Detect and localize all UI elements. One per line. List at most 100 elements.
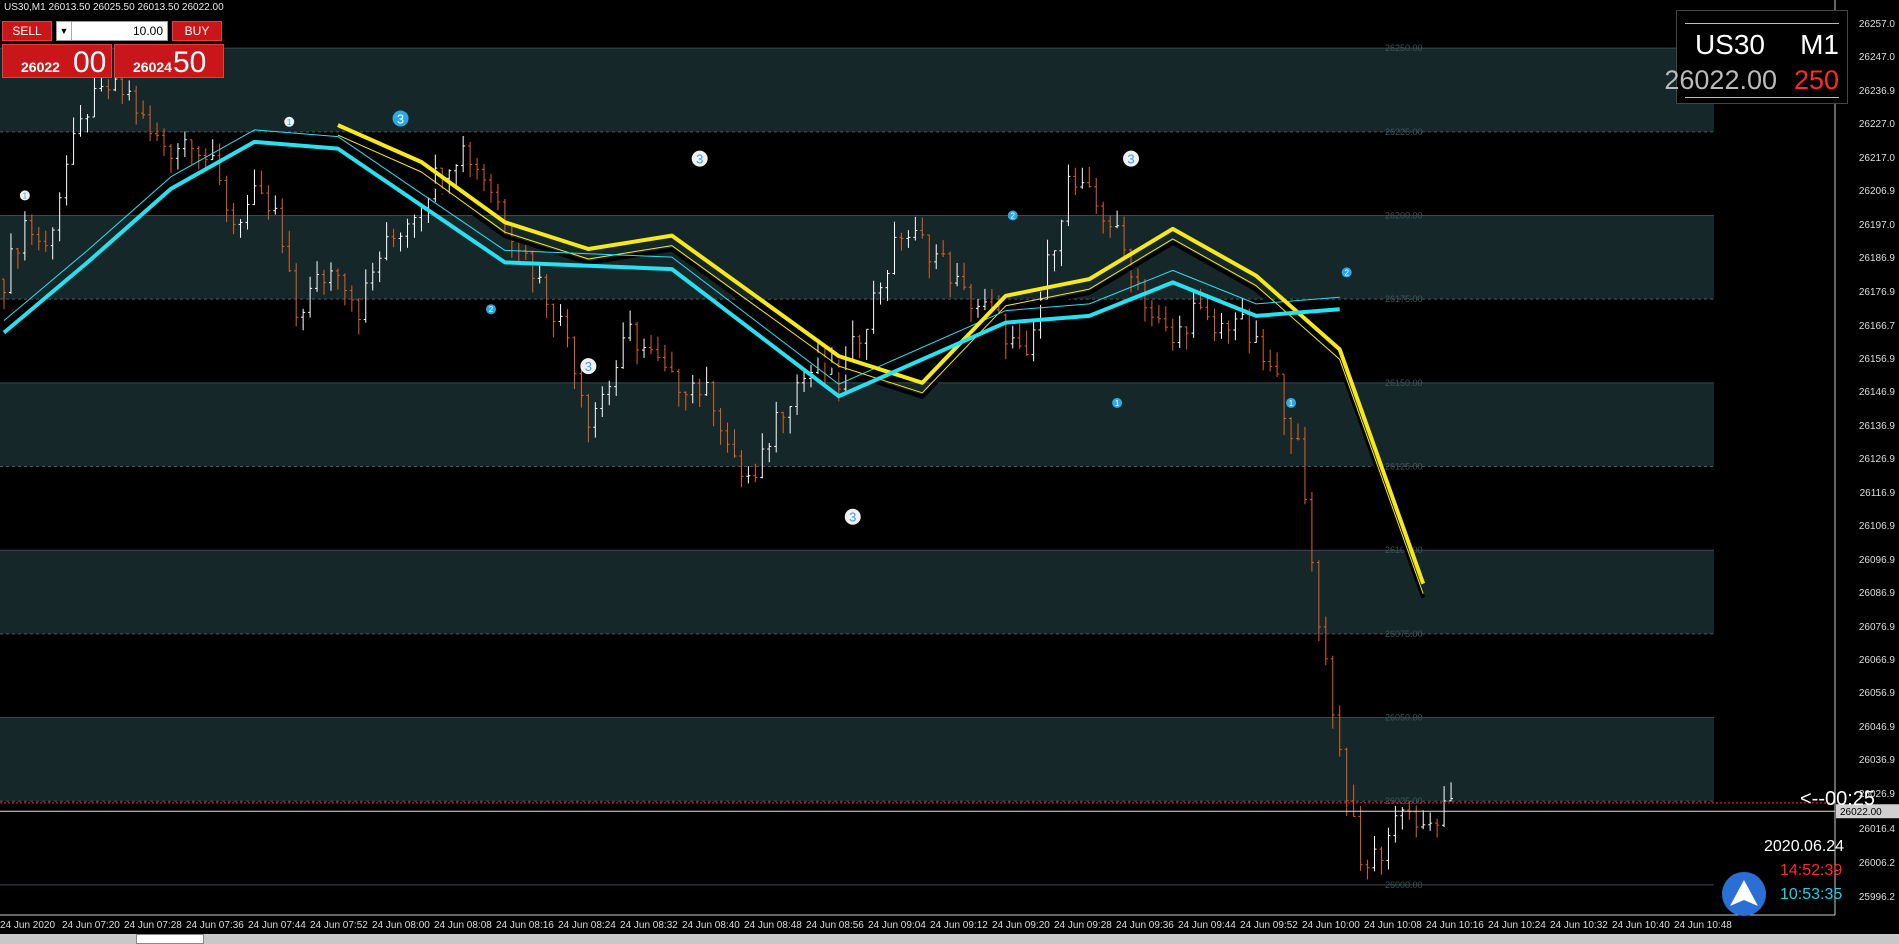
info-bid: 26022.00 (1664, 65, 1777, 95)
info-timeframe: M1 (1800, 29, 1839, 60)
time-tick-label: 24 Jun 10:24 (1488, 920, 1546, 931)
time-tick-label: 24 Jun 07:44 (248, 920, 306, 931)
time-tick-label: 24 Jun 09:36 (1116, 920, 1174, 931)
lot-size-field[interactable]: ▼ (56, 21, 168, 41)
level-band (0, 550, 1714, 634)
swing-label-text: 3 (585, 359, 592, 374)
level-label: 26200.00 (1385, 211, 1423, 221)
time-tick-label: 24 Jun 09:52 (1240, 920, 1298, 931)
level-label: 26125.00 (1385, 462, 1423, 472)
level-label: 26000.00 (1385, 880, 1423, 890)
chart-tabs-bar (0, 934, 1899, 944)
one-click-trading-panel: SELL ▼ BUY 26022 00 26024 50 (2, 20, 224, 79)
price-tick-label: 26236.9 (1858, 86, 1895, 97)
price-tick-label: 26036.9 (1858, 755, 1895, 767)
divider (1685, 23, 1839, 24)
symbol-info: US30,M1 26013.50 26025.50 26013.50 26022… (4, 2, 224, 13)
price-tick-label: 26146.9 (1858, 387, 1895, 399)
chart-tab[interactable] (136, 934, 204, 944)
symbol-info-box: US30 M1 26022.00 250 (1664, 10, 1848, 104)
time-tick-label: 24 Jun 07:28 (124, 920, 182, 931)
swing-label-text: 2 (1344, 268, 1349, 277)
price-tick-label: 26046.9 (1858, 721, 1895, 733)
sell-price-big: 00 (73, 46, 107, 79)
brand-logo-icon (1722, 872, 1766, 916)
triangle-logo-icon (1730, 880, 1758, 906)
time-tick-label: 24 Jun 09:12 (930, 920, 988, 931)
price-tick-label: 26197.0 (1858, 219, 1895, 231)
buy-button[interactable]: BUY (172, 21, 222, 41)
price-tick-label: 26106.9 (1858, 521, 1895, 533)
swing-label-text: 3 (1127, 152, 1134, 167)
price-tick-label: 26156.9 (1858, 353, 1895, 365)
ma-thin-yellow-line (337, 134, 1424, 594)
time-tick-label: 24 Jun 09:20 (992, 920, 1050, 931)
price-tick-label: 26186.9 (1858, 253, 1895, 265)
sell-button[interactable]: SELL (2, 21, 52, 41)
sell-price-button[interactable]: 26022 00 (2, 44, 112, 79)
time-tick-label: 24 Jun 08:40 (682, 920, 740, 931)
price-tick-label: 26096.9 (1858, 554, 1895, 566)
time-tick-label: 24 Jun 10:48 (1674, 920, 1732, 931)
time-tick-label: 24 Jun 2020 (0, 920, 56, 931)
price-tick-label: 26076.9 (1858, 621, 1895, 633)
price-tick-label: 26026.9 (1858, 788, 1895, 800)
time-tick-label: 24 Jun 09:44 (1178, 920, 1236, 931)
level-label: 26025.00 (1385, 796, 1423, 806)
price-tick-label: 26227.0 (1858, 119, 1895, 131)
price-tick-label: 26136.9 (1858, 420, 1895, 432)
price-tick-label: 26247.0 (1858, 52, 1895, 64)
time-tick-label: 24 Jun 08:16 (496, 920, 554, 931)
price-tick-label: 26176.9 (1858, 286, 1895, 298)
lot-size-input[interactable] (72, 23, 167, 39)
price-tick-label: 26257.0 (1858, 18, 1895, 30)
price-tick-label: 26016.4 (1858, 823, 1895, 835)
info-spread: 250 (1793, 65, 1839, 95)
level-label: 26050.00 (1385, 713, 1423, 723)
time-tick-label: 24 Jun 10:00 (1302, 920, 1360, 931)
swing-label-text: 2 (489, 305, 494, 314)
lot-stepper-down-icon[interactable]: ▼ (57, 22, 72, 40)
info-symbol: US30 (1694, 29, 1765, 60)
time-tick-label: 24 Jun 10:08 (1364, 920, 1422, 931)
time-tick-label: 24 Jun 07:20 (62, 920, 120, 931)
price-tick-label: 26056.9 (1858, 688, 1895, 700)
swing-label-text: 3 (397, 111, 404, 126)
price-tick-label: 26086.9 (1858, 588, 1895, 600)
time-tick-label: 24 Jun 10:16 (1426, 920, 1484, 931)
buy-price-button[interactable]: 26024 50 (114, 44, 224, 79)
time-tick-label: 24 Jun 07:36 (186, 920, 244, 931)
swing-label-text: 1 (1115, 399, 1120, 408)
level-label: 26075.00 (1385, 629, 1423, 639)
time-tick-label: 24 Jun 09:28 (1054, 920, 1112, 931)
time-tick-label: 24 Jun 08:00 (372, 920, 430, 931)
ma-yellow-line (337, 123, 1426, 585)
price-chart[interactable]: 26250.00 26225.00 26200.00 26175.00 26150.00… (0, 0, 1899, 944)
time-tick-label: 24 Jun 08:32 (620, 920, 678, 931)
time-tick-label: 24 Jun 10:32 (1550, 920, 1608, 931)
swing-label-text: 3 (696, 152, 703, 167)
buy-price-small: 26024 (133, 59, 172, 75)
price-tick-label: 26217.0 (1858, 152, 1895, 164)
swing-label-text: 1 (1289, 399, 1294, 408)
swing-label-text: 2 (1011, 212, 1016, 221)
level-label: 26250.00 (1385, 43, 1423, 53)
price-tick-label: 25996.2 (1858, 891, 1895, 903)
time-tick-label: 24 Jun 08:48 (744, 920, 802, 931)
time-tick-label: 24 Jun 07:52 (310, 920, 368, 931)
level-band (0, 382, 1714, 467)
buy-price-big: 50 (173, 46, 207, 79)
level-label: 26225.00 (1385, 127, 1423, 137)
divider (1685, 97, 1839, 98)
swing-label-text: 3 (849, 510, 856, 525)
level-band (0, 717, 1714, 802)
level-band (0, 215, 1714, 300)
sell-price-small: 26022 (21, 59, 60, 75)
time-tick-label: 24 Jun 08:24 (558, 920, 616, 931)
time-tick-label: 24 Jun 08:56 (806, 920, 864, 931)
swing-label-text: 1 (287, 118, 292, 127)
time-tick-label: 24 Jun 10:40 (1612, 920, 1670, 931)
level-label: 26175.00 (1385, 294, 1423, 304)
price-tick-label: 26166.7 (1858, 320, 1895, 332)
price-tick-label: 26206.9 (1858, 186, 1895, 198)
